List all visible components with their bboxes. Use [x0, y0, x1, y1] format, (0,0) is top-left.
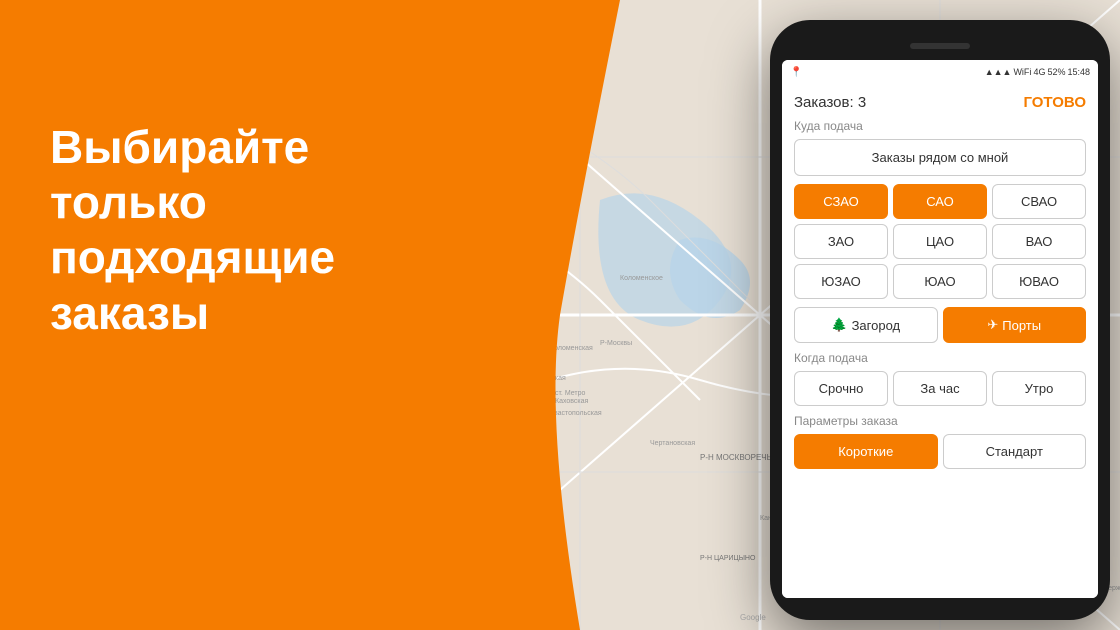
- app-header: Заказов: 3 ГОТОВО: [794, 94, 1086, 111]
- country-label: Загород: [852, 318, 901, 333]
- district-zao[interactable]: ЗАО: [794, 224, 888, 259]
- params-short[interactable]: Короткие: [794, 434, 938, 469]
- svg-text:Каховская: Каховская: [555, 398, 589, 405]
- svg-text:Чертановская: Чертановская: [650, 440, 695, 447]
- svg-text:Каширская: Каширская: [530, 375, 566, 382]
- svg-text:Р-Н ЧЕРТАНОВО: Р-Н ЧЕРТАНОВО: [500, 555, 557, 562]
- svg-text:Беляево: Беляево: [450, 475, 478, 482]
- plane-icon: ✈: [987, 317, 998, 333]
- headline-line2: подходящие заказы: [50, 230, 470, 340]
- svg-text:ЗАТОН: ЗАТОН: [490, 293, 516, 302]
- when-label: Когда подача: [794, 351, 1086, 365]
- district-szao[interactable]: СЗАО: [794, 184, 888, 219]
- status-left: 📍: [790, 67, 802, 78]
- done-button[interactable]: ГОТОВО: [1023, 94, 1086, 111]
- svg-text:Google: Google: [740, 613, 766, 622]
- district-svao[interactable]: СВАО: [992, 184, 1086, 219]
- tree-icon: 🌲: [831, 317, 847, 333]
- svg-text:Р-Н КОНЬКОВО: Р-Н КОНЬКОВО: [460, 413, 520, 422]
- time-morning[interactable]: Утро: [992, 371, 1086, 406]
- special-grid: 🌲 Загород ✈ Порты: [794, 307, 1086, 343]
- headline-line1: Выбирайте только: [50, 120, 470, 230]
- svg-text:Коломенская: Коломенская: [550, 345, 593, 352]
- district-yuao[interactable]: ЮАО: [893, 264, 987, 299]
- time-urgent[interactable]: Срочно: [794, 371, 888, 406]
- district-vao[interactable]: ВАО: [992, 224, 1086, 259]
- params-label: Параметры заказа: [794, 414, 1086, 428]
- district-sao[interactable]: САО: [893, 184, 987, 219]
- phone-mockup: 📍 ▲▲▲ WiFi 4G 52% 15:48 Заказов: 3 ГОТОВ…: [770, 20, 1110, 620]
- app-content: Заказов: 3 ГОТОВО Куда подача Заказы ряд…: [782, 84, 1098, 598]
- location-icon: 📍: [790, 67, 802, 78]
- svg-text:Р-Н ЦАРИЦЫНО: Р-Н ЦАРИЦЫНО: [700, 555, 756, 562]
- district-yuvao[interactable]: ЮВАО: [992, 264, 1086, 299]
- wifi-icon: WiFi: [1013, 67, 1031, 77]
- battery-level: 52%: [1047, 67, 1065, 77]
- svg-text:Коньково: Коньково: [450, 525, 480, 532]
- svg-text:СЕВЕРНОЕ: СЕВЕРНОЕ: [510, 565, 549, 572]
- country-button[interactable]: 🌲 Загород: [794, 307, 938, 343]
- time-grid: Срочно За час Утро: [794, 371, 1086, 406]
- svg-text:Серебряные: Серебряные: [455, 499, 496, 507]
- phone-notch: [782, 32, 1098, 60]
- district-grid: СЗАО САО СВАО ЗАО ЦАО ВАО ЮЗАО ЮАО ЮВАО: [794, 184, 1086, 299]
- time-hour[interactable]: За час: [893, 371, 987, 406]
- phone-frame: 📍 ▲▲▲ WiFi 4G 52% 15:48 Заказов: 3 ГОТОВ…: [770, 20, 1110, 620]
- orders-count: Заказов: 3: [794, 94, 866, 111]
- district-cao[interactable]: ЦАО: [893, 224, 987, 259]
- network-type: 4G: [1033, 67, 1045, 77]
- params-grid: Короткие Стандарт: [794, 434, 1086, 469]
- svg-text:родники: родники: [460, 508, 487, 515]
- phone-speaker: [910, 43, 970, 49]
- headline: Выбирайте только подходящие заказы: [50, 120, 470, 341]
- nearby-orders-button[interactable]: Заказы рядом со мной: [794, 139, 1086, 176]
- svg-text:Р-Москвы: Р-Москвы: [600, 340, 632, 347]
- svg-text:Южная: Южная: [480, 595, 504, 602]
- status-bar: 📍 ▲▲▲ WiFi 4G 52% 15:48: [782, 60, 1098, 84]
- ports-label: Порты: [1002, 318, 1041, 333]
- svg-text:Коломенское: Коломенское: [620, 275, 663, 282]
- ports-button[interactable]: ✈ Порты: [943, 307, 1087, 343]
- signal-icon: ▲▲▲: [985, 67, 1012, 77]
- svg-text:Севастопольская: Севастопольская: [545, 410, 602, 417]
- svg-text:Р-Н НАГАТИНСКИЙ: Р-Н НАГАТИНСКИЙ: [480, 283, 554, 292]
- where-label: Куда подача: [794, 119, 1086, 133]
- time-display: 15:48: [1067, 67, 1090, 77]
- status-right: ▲▲▲ WiFi 4G 52% 15:48: [985, 67, 1090, 77]
- svg-text:ст. Метро: ст. Метро: [555, 390, 585, 397]
- phone-screen: 📍 ▲▲▲ WiFi 4G 52% 15:48 Заказов: 3 ГОТОВ…: [782, 60, 1098, 598]
- svg-text:Калужское: Калужское: [500, 360, 535, 367]
- district-yuzao[interactable]: ЮЗАО: [794, 264, 888, 299]
- svg-text:Беляево: Беляево: [490, 425, 518, 432]
- params-standard[interactable]: Стандарт: [943, 434, 1087, 469]
